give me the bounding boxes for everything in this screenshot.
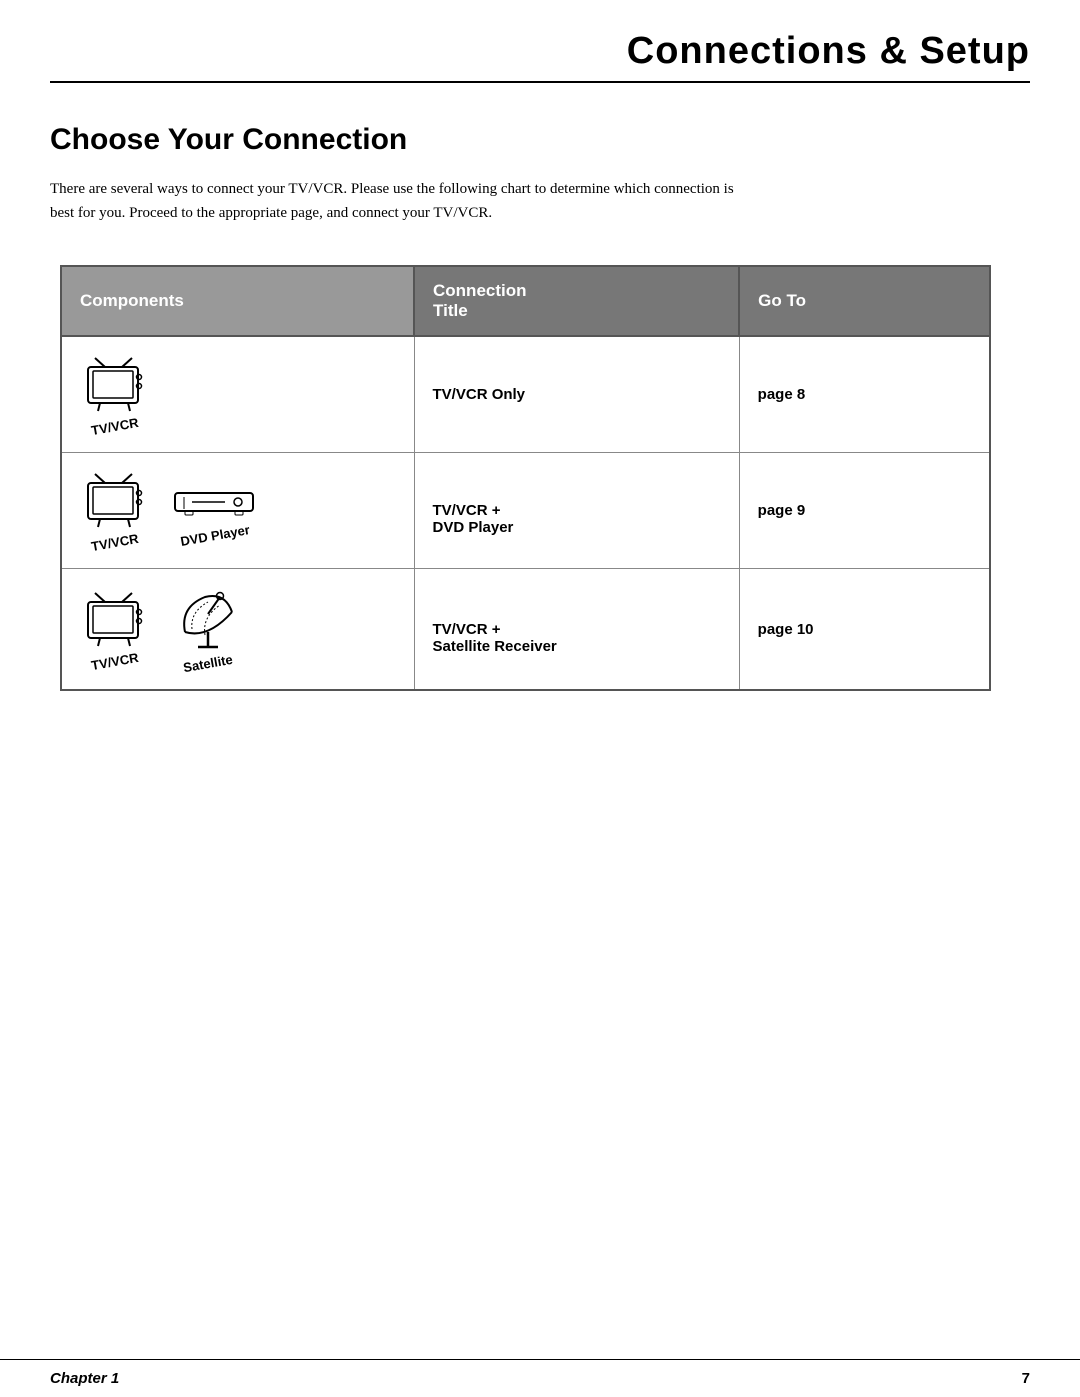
dvd-icon [170,479,260,524]
device-label-dvd: DVD Player [179,522,251,549]
tvvcr-icon-3 [80,590,150,650]
device-label-satellite: Satellite [182,652,234,675]
main-content: Choose Your Connection There are several… [0,83,1080,731]
connection-title-3: TV/VCR + Satellite Receiver [414,569,739,691]
components-group-2: TV/VCR [80,471,396,550]
device-tvvcr-3: TV/VCR [80,590,150,669]
tvvcr-icon [80,355,150,415]
device-label-tvvcr-3: TV/VCR [90,649,140,672]
components-cell-2: TV/VCR [61,453,414,569]
table-row: TV/VCR [61,453,990,569]
components-cell-1: TV/VCR [61,336,414,453]
goto-1: page 8 [739,336,990,453]
device-tvvcr-2: TV/VCR [80,471,150,550]
table-row: TV/VCR [61,569,990,691]
satellite-icon [170,587,245,652]
header-title: Connections & Setup [627,30,1030,73]
device-tvvcr-1: TV/VCR [80,355,150,434]
device-label-tvvcr-2: TV/VCR [90,531,140,554]
table-row: TV/VCR TV/VCR Only page 8 [61,336,990,453]
device-label-tvvcr-1: TV/VCR [90,415,140,438]
page-header: Connections & Setup [0,0,1080,83]
connection-title-2: TV/VCR + DVD Player [414,453,739,569]
table-header-row: Components ConnectionTitle Go To [61,266,990,336]
tvvcr-icon-2 [80,471,150,531]
connection-title-1: TV/VCR Only [414,336,739,453]
device-satellite: Satellite [170,587,245,671]
connection-table: Components ConnectionTitle Go To [60,265,991,691]
goto-2: page 9 [739,453,990,569]
page-footer: Chapter 1 7 [0,1359,1080,1397]
footer-page-number: 7 [1022,1370,1030,1387]
goto-3: page 10 [739,569,990,691]
section-title: Choose Your Connection [50,123,1030,157]
header-rule [50,81,1030,83]
device-dvd: DVD Player [170,479,260,543]
col-header-goto: Go To [739,266,990,336]
col-header-connection-title: ConnectionTitle [414,266,739,336]
components-group-3: TV/VCR [80,587,396,671]
col-header-components: Components [61,266,414,336]
footer-chapter-label: Chapter 1 [50,1370,119,1387]
components-cell-3: TV/VCR [61,569,414,691]
intro-text: There are several ways to connect your T… [50,177,750,225]
components-group-1: TV/VCR [80,355,396,434]
